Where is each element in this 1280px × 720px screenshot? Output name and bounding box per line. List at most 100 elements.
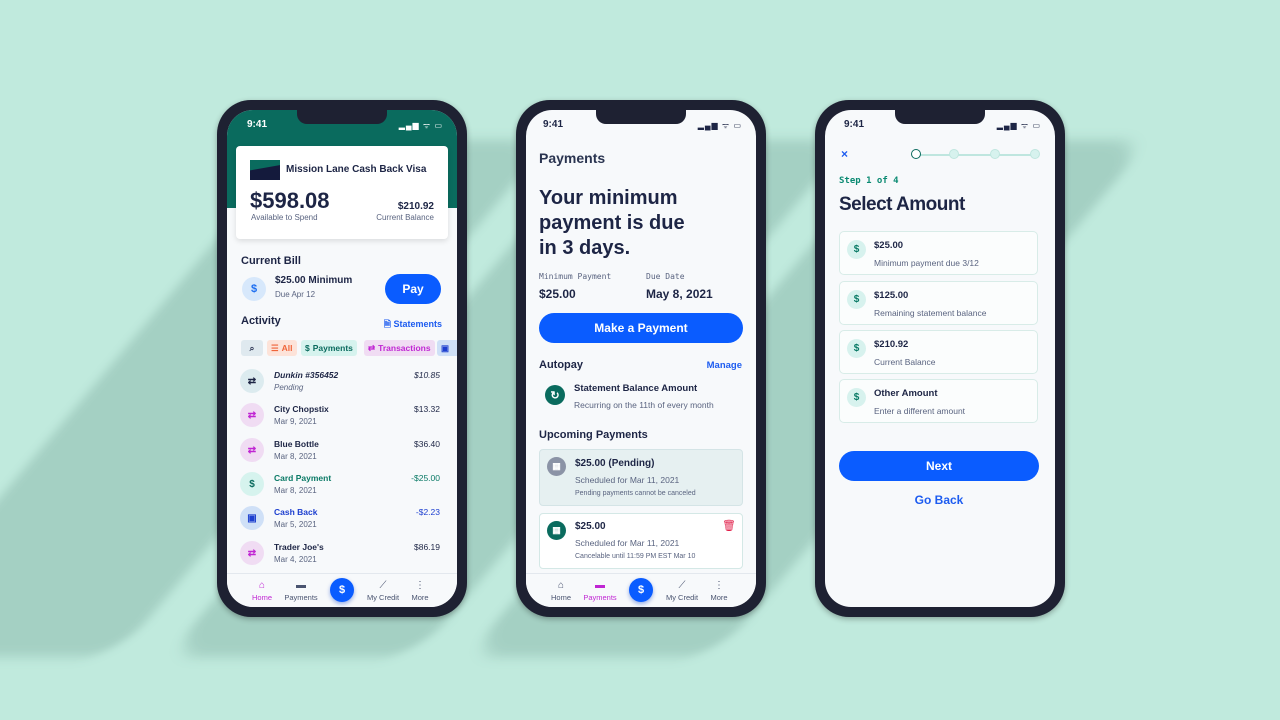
status-time: 9:41 bbox=[247, 119, 268, 130]
row-date: Mar 9, 2021 bbox=[274, 417, 317, 426]
activity-row[interactable]: ⇄ Dunkin #356452 Pending $10.85 bbox=[227, 367, 457, 399]
due-date: Due Apr 12 bbox=[275, 290, 316, 299]
search-chip[interactable]: ⌕ bbox=[241, 340, 263, 356]
activity-row[interactable]: ⇄ Trader Joe's Mar 4, 2021 $86.19 bbox=[227, 539, 457, 571]
stepper-line bbox=[916, 154, 1035, 156]
nav-credit[interactable]: ⟋ My Credit bbox=[662, 580, 702, 602]
row-amount: -$2.23 bbox=[415, 507, 440, 517]
row-name: Dunkin #356452 bbox=[274, 370, 339, 380]
payment-note: Pending payments cannot be canceled bbox=[575, 490, 696, 497]
nav-more[interactable]: ⋮ More bbox=[400, 580, 440, 602]
nav-credit[interactable]: ⟋ My Credit bbox=[363, 580, 403, 602]
nav-pay-button[interactable]: $ bbox=[330, 578, 354, 602]
activity-row[interactable]: ⇄ City Chopstix Mar 9, 2021 $13.32 bbox=[227, 401, 457, 433]
option-amount: $210.92 bbox=[874, 339, 909, 350]
row-amount: $36.40 bbox=[414, 439, 440, 449]
current-bill-heading: Current Bill bbox=[241, 255, 301, 267]
nav-label: More bbox=[710, 593, 728, 602]
manage-link[interactable]: Manage bbox=[707, 360, 742, 371]
statements-link[interactable]: 🗎 Statements bbox=[384, 317, 442, 333]
phone-select-amount: 9:41 ▂▄▆ ᯤ ▭ × Step 1 of 4 Select Amount… bbox=[815, 100, 1065, 617]
chip-all[interactable]: ☰ All bbox=[267, 340, 297, 356]
amount-option[interactable]: $ $125.00 Remaining statement balance bbox=[839, 281, 1038, 325]
upcoming-heading: Upcoming Payments bbox=[539, 429, 648, 441]
amount-option[interactable]: $ $210.92 Current Balance bbox=[839, 330, 1038, 374]
phone-home: 9:41 ▂▄▆ ᯤ ▭ Mission Lane Cash Back Visa… bbox=[217, 100, 467, 617]
option-description: Current Balance bbox=[874, 357, 936, 367]
dollar-icon: $ bbox=[847, 339, 866, 358]
row-date: Mar 8, 2021 bbox=[274, 452, 317, 461]
activity-row[interactable]: ▣ Cash Back Mar 5, 2021 -$2.23 bbox=[227, 504, 457, 536]
row-amount: $10.85 bbox=[414, 370, 440, 380]
due-date-value: May 8, 2021 bbox=[646, 287, 713, 301]
close-icon[interactable]: × bbox=[841, 147, 848, 161]
card-icon: ▬ bbox=[595, 580, 605, 591]
nav-label: Home bbox=[251, 593, 272, 602]
activity-row[interactable]: ⇄ Blue Bottle Mar 8, 2021 $36.40 bbox=[227, 436, 457, 468]
bottom-nav: ⌂ Home ▬ Payments $ ⟋ My Credit ⋮ More bbox=[526, 573, 756, 607]
headline: Your minimum payment is due in 3 days. bbox=[539, 186, 685, 261]
row-date: Mar 8, 2021 bbox=[274, 486, 317, 495]
trash-icon[interactable]: 🗑 bbox=[722, 519, 736, 532]
row-name: Cash Back bbox=[274, 507, 318, 517]
activity-row[interactable]: $ Card Payment Mar 8, 2021 -$25.00 bbox=[227, 470, 457, 502]
dollar-icon: $ bbox=[242, 277, 266, 301]
chip-cashback[interactable]: ▣ bbox=[437, 340, 457, 356]
balance-amount: $210.92 bbox=[397, 201, 434, 212]
more-icon: ⋮ bbox=[714, 580, 724, 591]
autopay-heading: Autopay bbox=[539, 359, 583, 371]
nav-pay-button[interactable]: $ bbox=[629, 578, 653, 602]
calendar-icon: ▦ bbox=[547, 521, 566, 540]
status-time: 9:41 bbox=[844, 119, 865, 130]
status-icons: ▂▄▆ ᯤ ▭ bbox=[996, 121, 1041, 130]
notch bbox=[895, 110, 985, 124]
min-payment-value: $25.00 bbox=[539, 287, 576, 301]
upcoming-payment-scheduled[interactable]: ▦ $25.00 Scheduled for Mar 11, 2021 Canc… bbox=[539, 513, 743, 569]
next-button[interactable]: Next bbox=[839, 451, 1039, 481]
balance-label: Current Balance bbox=[376, 213, 434, 222]
chip-transactions[interactable]: ⇄ Transactions bbox=[364, 340, 435, 356]
search-icon: ⌕ bbox=[249, 342, 255, 353]
row-name: Trader Joe's bbox=[274, 542, 324, 552]
statements-label: Statements bbox=[393, 319, 442, 329]
nav-more[interactable]: ⋮ More bbox=[699, 580, 739, 602]
option-description: Remaining statement balance bbox=[874, 308, 987, 318]
min-payment-label: Minimum Payment bbox=[539, 272, 612, 281]
make-payment-button[interactable]: Make a Payment bbox=[539, 313, 743, 343]
nav-home[interactable]: ⌂ Home bbox=[242, 580, 282, 602]
transfer-icon: ⇄ bbox=[368, 342, 376, 353]
dollar-icon: $ bbox=[847, 388, 866, 407]
card-icon: ▬ bbox=[296, 580, 306, 591]
amount-option[interactable]: $ Other Amount Enter a different amount bbox=[839, 379, 1038, 423]
dollar-icon: $ bbox=[847, 290, 866, 309]
autopay-subtitle: Recurring on the 11th of every month bbox=[574, 400, 714, 410]
amount-option[interactable]: $ $25.00 Minimum payment due 3/12 bbox=[839, 231, 1038, 275]
status-icons: ▂▄▆ ᯤ ▭ bbox=[697, 121, 742, 130]
account-card[interactable]: Mission Lane Cash Back Visa $598.08 Avai… bbox=[236, 146, 448, 239]
nav-home[interactable]: ⌂ Home bbox=[541, 580, 581, 602]
payments-screen: 9:41 ▂▄▆ ᯤ ▭ Payments Your minimum payme… bbox=[526, 110, 756, 607]
activity-heading: Activity bbox=[241, 315, 281, 327]
nav-payments[interactable]: ▬ Payments bbox=[580, 580, 620, 602]
transfer-icon: ⇄ bbox=[240, 541, 264, 565]
list-icon: ☰ bbox=[271, 342, 279, 353]
pay-button[interactable]: Pay bbox=[385, 274, 441, 304]
page-title: Select Amount bbox=[839, 194, 965, 215]
payment-scheduled: Scheduled for Mar 11, 2021 bbox=[575, 475, 680, 485]
headline-line: Your minimum bbox=[539, 187, 678, 209]
minimum-amount: $25.00 Minimum bbox=[275, 275, 353, 286]
nav-label: More bbox=[411, 593, 429, 602]
chip-payments[interactable]: $ Payments bbox=[301, 340, 357, 356]
row-date: Pending bbox=[274, 383, 304, 392]
nav-payments[interactable]: ▬ Payments bbox=[281, 580, 321, 602]
page-title: Payments bbox=[539, 150, 606, 166]
payment-note: Cancelable until 11:59 PM EST Mar 10 bbox=[575, 553, 696, 560]
option-description: Minimum payment due 3/12 bbox=[874, 258, 979, 268]
home-icon: ⌂ bbox=[557, 580, 565, 591]
phone-payments: 9:41 ▂▄▆ ᯤ ▭ Payments Your minimum payme… bbox=[516, 100, 766, 617]
chip-label: All bbox=[281, 343, 293, 353]
step-label: Step 1 of 4 bbox=[839, 176, 899, 186]
go-back-link[interactable]: Go Back bbox=[839, 493, 1039, 507]
autopay-title: Statement Balance Amount bbox=[574, 383, 698, 394]
dollar-icon: $ bbox=[305, 343, 310, 353]
